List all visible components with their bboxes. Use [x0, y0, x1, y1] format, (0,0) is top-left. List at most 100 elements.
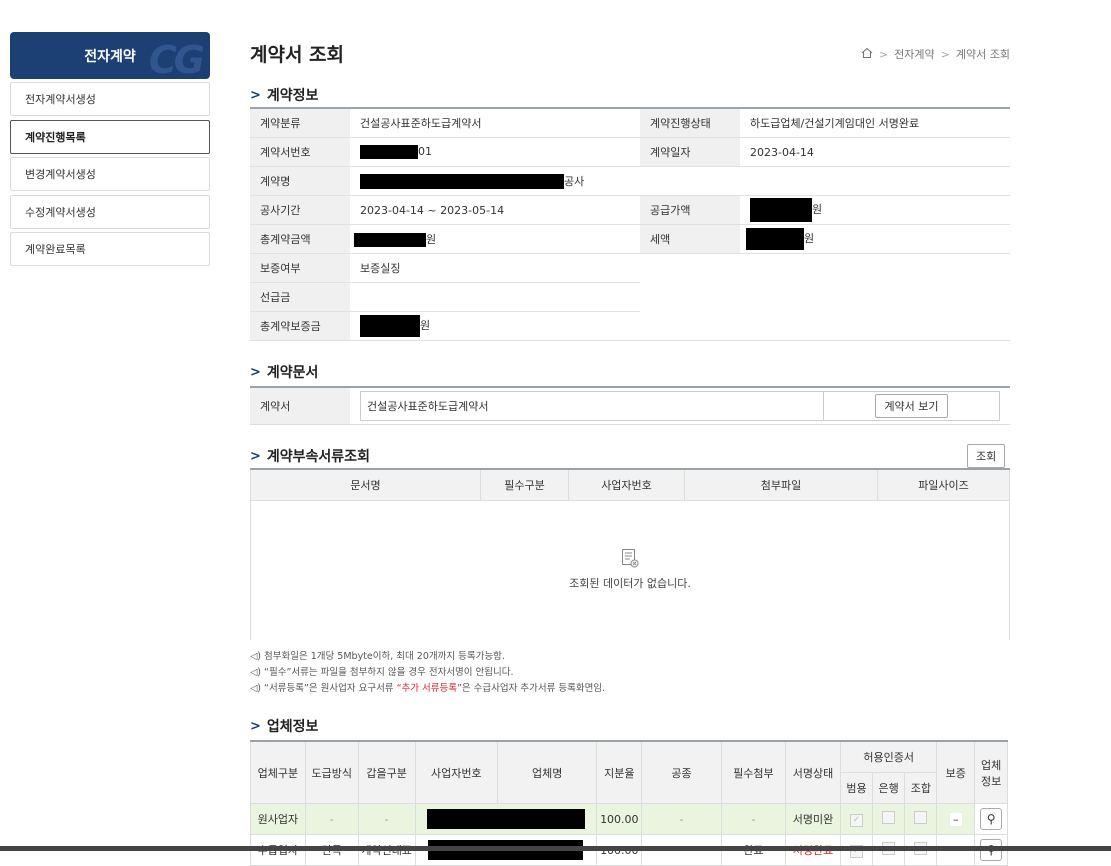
speaker-icon: ◁): [250, 651, 265, 662]
column-header: 파일사이즈: [877, 468, 1010, 501]
section-title: 계약정보: [266, 88, 319, 104]
value-advance: [350, 282, 640, 312]
note-line: ◁) 첨부화일은 1개당 5Mbyte이하, 최대 20개까지 등록가능함.: [250, 651, 505, 662]
checkbox-bank[interactable]: [882, 811, 896, 824]
label: 계약서: [250, 386, 350, 425]
unit: 원: [812, 203, 823, 216]
magnifier-icon[interactable]: ⚲: [980, 808, 1003, 830]
label: 계약진행상태: [640, 107, 740, 138]
checkbox-general[interactable]: ✓: [850, 813, 864, 827]
sidebar-item-change[interactable]: 변경계약서생성: [10, 157, 210, 191]
sidebar-item-create[interactable]: 전자계약서생성: [10, 82, 210, 116]
redacted-block: [354, 233, 426, 247]
section-contract-info: > 계약정보: [250, 85, 318, 105]
column-header: 도급방식: [304, 740, 359, 804]
chevron-right-icon: >: [250, 448, 261, 464]
value-status: 하도급업체/건설기계임대인 서명완료: [740, 107, 1010, 138]
page-title: 계약서 조회: [250, 44, 345, 66]
value-total-amount: 원: [350, 224, 640, 254]
section-attachments: > 계약부속서류조회: [250, 446, 370, 466]
contract-doc-name: 건설공사표준하도급계약서: [361, 392, 824, 420]
column-header: 보증: [936, 740, 976, 804]
search-button[interactable]: 조회: [967, 444, 1006, 468]
label: 공사기간: [250, 195, 350, 225]
contract-doc-table: 계약서 건설공사표준하도급계약서 계약서 보기: [250, 386, 1010, 425]
label: 계약명: [250, 166, 350, 196]
column-header: 업체명: [497, 740, 598, 804]
value-period: 2023-04-14 ~ 2023-05-14: [350, 195, 640, 225]
column-header: 범용: [839, 772, 874, 804]
sidebar-item-complete-list[interactable]: 계약완료목록: [10, 232, 210, 266]
column-header: 사업자번호: [568, 468, 685, 501]
table-row: 원사업자 - - 100.00 - - 서명미완 ✓ – ⚲: [250, 803, 1008, 835]
column-header: 갑을구분: [357, 740, 416, 804]
value-number: 01: [350, 137, 640, 167]
label: 공급가액: [640, 195, 740, 225]
note-line: ◁) “필수”서류는 파일을 첨부하지 않을 경우 전자서명이 안됩니다.: [250, 667, 514, 678]
label: 계약일자: [640, 137, 740, 167]
chevron-right-icon: >: [250, 718, 261, 734]
label: 보증여부: [250, 253, 350, 283]
redacted-block: [360, 174, 564, 190]
chevron-right-icon: >: [250, 87, 261, 103]
column-header: 문서명: [250, 468, 481, 501]
column-header: 업체정보: [974, 740, 1008, 804]
redacted-block: [426, 809, 585, 829]
chevron-right-icon: >: [940, 47, 950, 61]
number-suffix: 01: [418, 145, 432, 158]
attachments-table: 문서명 필수구분 사업자번호 첨부파일 파일사이즈: [250, 468, 1010, 501]
column-header: 사업자번호: [414, 740, 499, 804]
column-header: 업체구분: [250, 740, 306, 804]
value-category: 건설공사표준하도급계약서: [350, 107, 640, 138]
value-tax: 원: [740, 224, 1010, 254]
notes: ◁) 첨부화일은 1개당 5Mbyte이하, 최대 20개까지 등록가능함. ◁…: [250, 649, 605, 697]
speaker-icon: ◁): [250, 667, 265, 678]
value-guarantee: 보증실징: [350, 253, 640, 283]
empty-state: 조회된 데이터가 없습니다.: [250, 498, 1010, 640]
label: 선급금: [250, 282, 350, 312]
label: 총계약보증금: [250, 311, 350, 341]
breadcrumb: > 전자계약 > 계약서 조회: [861, 46, 1010, 62]
contract-doc-box: 건설공사표준하도급계약서 계약서 보기: [360, 391, 1000, 421]
column-header: 필수구분: [480, 468, 569, 501]
chevron-right-icon: >: [878, 47, 889, 61]
column-header: 첨부파일: [684, 468, 878, 501]
unit: 원: [420, 319, 431, 332]
speaker-icon: ◁): [250, 683, 265, 694]
label: 총계약금액: [250, 224, 350, 254]
sidebar-header: CG 전자계약: [10, 32, 210, 79]
value-total-guarantee: 원: [350, 311, 640, 341]
sidebar-item-modify[interactable]: 수정계약서생성: [10, 195, 210, 229]
column-header: 공종: [641, 740, 722, 804]
label: 세액: [640, 224, 740, 254]
breadcrumb-item-current: 계약서 조회: [955, 48, 1010, 61]
redacted-block: [746, 228, 804, 250]
name-suffix: 공사: [564, 174, 585, 188]
breadcrumb-item[interactable]: 전자계약: [894, 46, 934, 62]
column-header: 허용인증서: [839, 740, 938, 773]
sidebar-item-progress-list[interactable]: 계약진행목록: [10, 120, 210, 154]
section-title: 계약문서: [266, 365, 319, 381]
section-title: 계약부속서류조회: [266, 449, 370, 465]
sidebar-watermark: CG: [148, 38, 205, 79]
value-name: 공사: [350, 166, 1010, 196]
redacted-block: [750, 198, 812, 222]
checkbox-union[interactable]: [914, 811, 928, 824]
view-contract-button[interactable]: 계약서 보기: [875, 394, 948, 418]
contract-info-table: 계약분류 건설공사표준하도급계약서 계약진행상태 하도급업체/건설기계임대인 서…: [250, 107, 1010, 341]
window-bottom-bar: [0, 846, 1111, 851]
section-title: 업체정보: [266, 719, 319, 735]
redacted-block: [360, 145, 418, 159]
sidebar-title: 전자계약: [84, 48, 136, 65]
label: 계약서번호: [250, 137, 350, 167]
unit: 원: [804, 232, 815, 245]
column-header: 지분율: [596, 740, 643, 804]
empty-text: 조회된 데이터가 없습니다.: [569, 576, 691, 590]
column-header: 은행: [872, 772, 906, 804]
column-header: 조합: [904, 772, 938, 804]
home-icon[interactable]: [861, 47, 873, 62]
section-contract-doc: > 계약문서: [250, 362, 318, 382]
value-supply-price: 원: [740, 195, 1010, 225]
section-company-info: > 업체정보: [250, 716, 318, 736]
value-date: 2023-04-14: [740, 137, 1010, 167]
